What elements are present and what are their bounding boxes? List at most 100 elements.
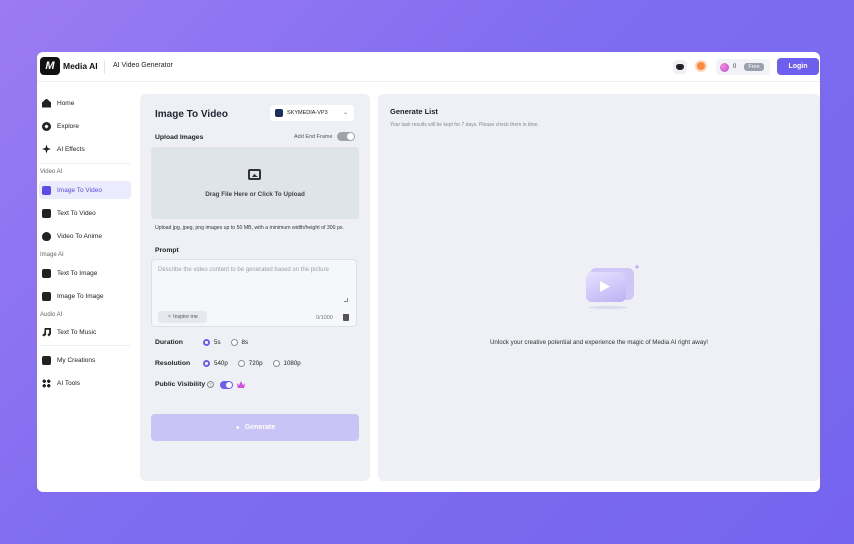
app-window: M Media AI AI Video Generator 0 Free Log… — [37, 52, 820, 492]
sidebar-item-label: Explore — [57, 122, 80, 130]
help-icon[interactable]: ? — [207, 381, 214, 388]
resolution-options: 540p 720p 1080p — [203, 360, 306, 367]
prompt-input[interactable]: Describe the video content to be generat… — [151, 259, 357, 327]
sidebar-item-image-to-image[interactable]: Image To Image — [39, 287, 131, 305]
logo-icon[interactable]: M — [40, 57, 60, 75]
section-label-audio: Audio AI — [40, 312, 63, 318]
resolution-option-540p[interactable]: 540p — [203, 360, 228, 367]
divider — [40, 345, 130, 346]
model-logo-icon — [275, 109, 283, 117]
theme-icon[interactable] — [697, 62, 705, 70]
sidebar-item-video-to-anime[interactable]: Video To Anime — [39, 227, 131, 245]
sidebar-item-image-to-video[interactable]: Image To Video — [39, 181, 131, 199]
results-note: Your task results will be kept for 7 day… — [390, 122, 539, 128]
coin-icon — [720, 62, 729, 72]
sidebar-item-label: My Creations — [57, 356, 96, 364]
credits-pill[interactable]: 0 Free — [716, 59, 770, 75]
option-label: 720p — [248, 360, 263, 367]
crown-icon — [237, 381, 245, 388]
radio-icon — [203, 360, 210, 367]
video-placeholder-icon — [582, 264, 642, 314]
top-bar: M Media AI AI Video Generator 0 Free Log… — [37, 52, 820, 82]
duration-label: Duration — [155, 339, 183, 346]
char-count: 0/1000 — [316, 315, 333, 321]
radio-icon — [272, 360, 280, 367]
page-title: Image To Video — [155, 109, 228, 120]
sparkle-icon: ✦ — [234, 424, 241, 432]
image-video-icon — [42, 185, 51, 195]
section-label-video: Video AI — [40, 169, 63, 175]
trash-icon[interactable] — [343, 314, 349, 321]
sidebar-item-home[interactable]: Home — [39, 94, 131, 112]
login-button[interactable]: Login — [777, 58, 819, 75]
radio-icon — [230, 339, 238, 346]
grid-icon — [42, 378, 51, 388]
duration-options: 5s 8s — [203, 339, 253, 346]
divider — [104, 60, 105, 74]
sidebar-item-label: Image To Image — [57, 292, 104, 300]
option-label: 5s — [214, 339, 221, 346]
radio-icon — [237, 360, 245, 367]
sidebar-item-text-to-image[interactable]: Text To Image — [39, 264, 131, 282]
chevron-down-icon: ⌄ — [342, 110, 348, 116]
form-panel: Image To Video SKYMEDIA-VP3 ⌄ Upload Ima… — [140, 94, 370, 481]
divider — [40, 163, 130, 164]
option-label: 1080p — [283, 360, 301, 367]
add-end-frame-label: Add End Frame — [294, 134, 333, 140]
compass-icon — [42, 121, 51, 131]
sidebar-item-label: AI Tools — [57, 379, 81, 387]
public-visibility-toggle[interactable] — [220, 381, 233, 389]
text-image-icon — [42, 268, 51, 278]
sidebar-item-label: Text To Video — [57, 209, 96, 217]
sidebar-item-label: Text To Music — [57, 328, 97, 336]
generate-button[interactable]: ✦ Generate — [151, 414, 359, 441]
brand-name[interactable]: Media AI — [63, 61, 98, 71]
generate-label: Generate — [244, 424, 276, 431]
results-title: Generate List — [390, 107, 438, 116]
home-icon — [42, 98, 51, 108]
sidebar-item-my-creations[interactable]: My Creations — [39, 351, 131, 369]
sidebar-item-label: Image To Video — [57, 186, 102, 194]
image-image-icon — [42, 291, 51, 301]
sidebar-item-label: AI Effects — [57, 145, 85, 153]
sidebar-item-label: Home — [57, 99, 75, 107]
sidebar-item-text-to-video[interactable]: Text To Video — [39, 204, 131, 222]
sidebar-item-ai-tools[interactable]: AI Tools — [39, 374, 131, 392]
empty-state-message: Unlock your creative potential and exper… — [489, 339, 709, 346]
folder-icon — [42, 355, 51, 365]
sidebar-item-label: Text To Image — [57, 269, 98, 277]
resolution-option-1080p[interactable]: 1080p — [272, 360, 301, 367]
text-video-icon — [42, 208, 51, 218]
sidebar-item-text-to-music[interactable]: Text To Music — [39, 323, 131, 341]
radio-icon — [203, 339, 210, 346]
image-upload-icon — [248, 169, 261, 180]
add-end-frame-toggle[interactable] — [337, 132, 355, 141]
page-subtitle: AI Video Generator — [113, 62, 173, 69]
music-icon — [42, 327, 51, 337]
resize-handle-icon[interactable] — [344, 298, 348, 302]
discord-icon[interactable] — [673, 60, 687, 74]
plan-badge: Free — [744, 63, 764, 71]
option-label: 8s — [241, 339, 249, 346]
prompt-placeholder: Describe the video content to be generat… — [158, 267, 329, 273]
model-select[interactable]: SKYMEDIA-VP3 ⌄ — [270, 105, 354, 121]
upload-label: Upload Images — [155, 134, 204, 141]
sidebar: Home Explore AI Effects Video AI Image T… — [37, 83, 135, 492]
sidebar-item-label: Video To Anime — [57, 232, 102, 240]
sidebar-item-explore[interactable]: Explore — [39, 117, 131, 135]
upload-hint: Upload jpg, jpeg, png images up to 50 MB… — [155, 225, 344, 231]
option-label: 540p — [214, 360, 228, 367]
duration-option-5s[interactable]: 5s — [203, 339, 221, 346]
resolution-option-720p[interactable]: 720p — [237, 360, 263, 367]
anime-icon — [42, 231, 51, 241]
prompt-label: Prompt — [155, 247, 179, 254]
resolution-label: Resolution — [155, 360, 191, 367]
upload-dropzone[interactable]: Drag File Here or Click To Upload — [151, 147, 359, 219]
sidebar-item-ai-effects[interactable]: AI Effects — [39, 140, 131, 158]
dropzone-text: Drag File Here or Click To Upload — [205, 191, 305, 198]
results-panel: Generate List Your task results will be … — [378, 94, 820, 481]
credit-count: 0 — [733, 64, 737, 70]
section-label-image: Image AI — [40, 252, 64, 258]
inspire-me-button[interactable]: ✧ Inspire me — [158, 311, 207, 323]
duration-option-8s[interactable]: 8s — [230, 339, 249, 346]
